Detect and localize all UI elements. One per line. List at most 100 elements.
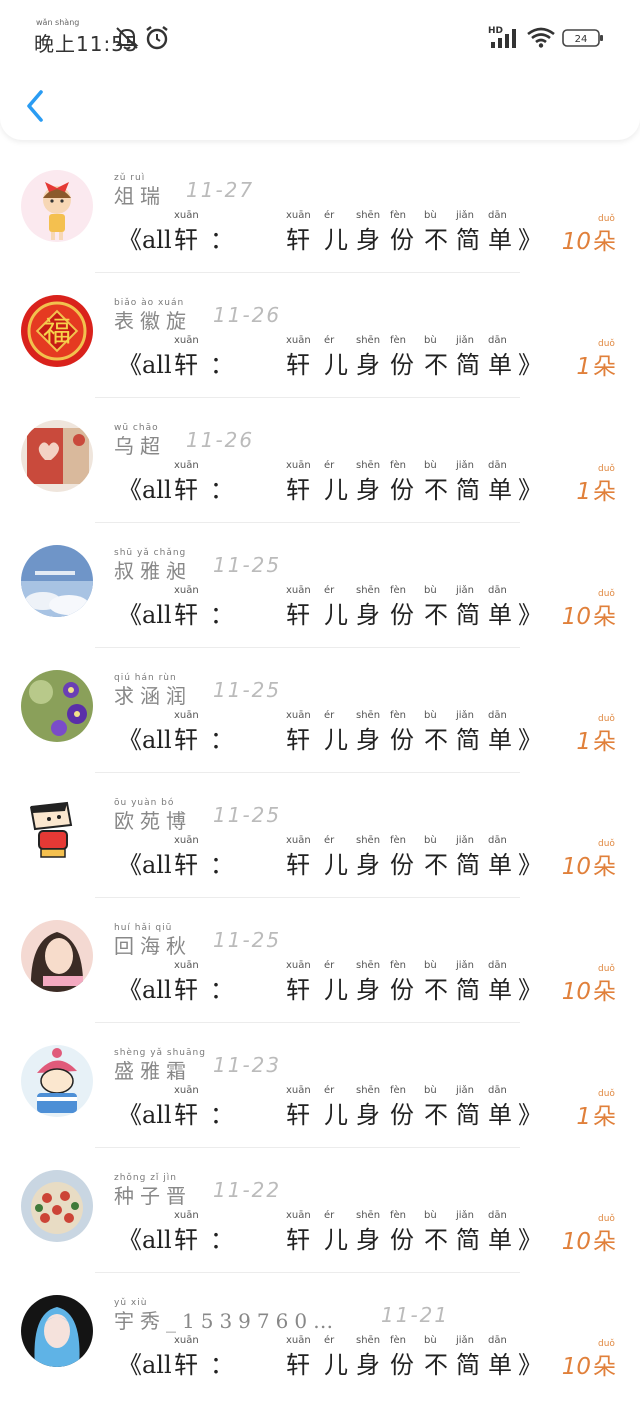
list-item[interactable]: yǔ xiù 宇秀_1539760… 11-21 xuān xuān ér shēn f… (0, 1273, 640, 1413)
gift-record-list: zǔ ruì 俎瑞 11-27 xuān xuān ér shēn fèn bù jiǎn d… (0, 148, 640, 1413)
message-char: 简 (456, 1351, 480, 1379)
message-prefix: 《all (118, 851, 172, 879)
message-char: 轩 (174, 226, 198, 254)
gift-date: 11-23 (213, 1053, 282, 1077)
sender-name-pinyin: qiú hán rùn (114, 673, 177, 683)
flower-unit: 朵 (593, 854, 616, 880)
list-item[interactable]: 福 biǎo ào xuán 表徽旋 11-26 xuān xuān ér shēn f… (0, 273, 640, 398)
message-char: 轩 (174, 351, 198, 379)
message-char: 单 (488, 351, 512, 379)
message-char: 儿 (324, 1226, 348, 1254)
message-char: 》 (518, 726, 542, 754)
message-char: 份 (390, 1226, 414, 1254)
sender-name: 宇秀_1539760… (114, 1309, 340, 1333)
message-char: 》 (518, 476, 542, 504)
sender-name: 叔雅昶 (114, 559, 192, 583)
top-header: wǎn shàng 晚上11:55 HD 24 (0, 0, 640, 140)
sender-name-block: wū chāo 乌超 (114, 422, 166, 458)
message-char: ： (210, 851, 234, 879)
list-item[interactable]: zǔ ruì 俎瑞 11-27 xuān xuān ér shēn fèn bù jiǎn d… (0, 148, 640, 273)
message-char: 份 (390, 726, 414, 754)
sender-name-block: shèng yǎ shuāng 盛雅霜 (114, 1047, 206, 1083)
flower-unit: 朵 (593, 729, 616, 755)
message-char: 份 (390, 976, 414, 1004)
gift-date: 11-25 (213, 803, 282, 827)
flower-unit: 朵 (593, 604, 616, 630)
list-item[interactable]: qiú hán rùn 求涵润 11-25 xuān xuān ér shēn fèn b… (0, 648, 640, 773)
message-char: 不 (424, 726, 448, 754)
flower-count: 1朵 (576, 722, 616, 756)
flower-count-number: 1 (576, 479, 591, 505)
battery-level-text: 24 (575, 34, 588, 45)
back-button[interactable] (20, 86, 60, 126)
cartoon-boy-avatar[interactable] (21, 795, 93, 867)
message-char: 身 (356, 1101, 380, 1129)
sky-clouds-avatar[interactable] (21, 545, 93, 617)
sender-name: 盛雅霜 (114, 1059, 192, 1083)
list-item[interactable]: ōu yuàn bó 欧苑博 11-25 xuān xuān ér shēn fèn bù… (0, 773, 640, 898)
message-char: 不 (424, 1101, 448, 1129)
cartoon-hat-avatar[interactable] (21, 1045, 93, 1117)
list-item[interactable]: zhǒng zǐ jìn 种子晋 11-22 xuān xuān ér shēn fèn… (0, 1148, 640, 1273)
girl-bow-avatar[interactable] (21, 170, 93, 242)
message-char: ： (210, 351, 234, 379)
message-char: 身 (356, 226, 380, 254)
sender-name-block: zhǒng zǐ jìn 种子晋 (114, 1172, 192, 1208)
message-char: 不 (424, 601, 448, 629)
message-char: 份 (390, 351, 414, 379)
message-char: 单 (488, 476, 512, 504)
flower-count-number: 10 (561, 229, 591, 255)
message-char: 单 (488, 601, 512, 629)
gift-date: 11-26 (213, 303, 282, 327)
message-char: 儿 (324, 851, 348, 879)
message-char: 单 (488, 1351, 512, 1379)
girl-selfie-avatar[interactable] (21, 920, 93, 992)
message-prefix: 《all (118, 601, 172, 629)
sender-name: 欧苑博 (114, 809, 192, 833)
sender-name-block: yǔ xiù 宇秀_1539760… (114, 1297, 339, 1333)
message-char: 份 (390, 1101, 414, 1129)
gift-date: 11-25 (213, 553, 282, 577)
message-prefix: 《all (118, 476, 172, 504)
gift-date: 11-26 (186, 428, 255, 452)
battery-icon: 24 (562, 28, 604, 52)
flower-unit: 朵 (593, 1104, 616, 1130)
gift-date: 11-25 (213, 928, 282, 952)
alarm-icon (144, 25, 170, 55)
fu-character-avatar[interactable]: 福 (21, 295, 93, 367)
mute-bell-icon (114, 26, 140, 54)
message-char: 单 (488, 851, 512, 879)
list-item[interactable]: wū chāo 乌超 11-26 xuān xuān ér shēn fèn bù jiǎn… (0, 398, 640, 523)
message-char: 儿 (324, 226, 348, 254)
gift-date: 11-25 (213, 678, 282, 702)
message-char: ： (210, 1351, 234, 1379)
signal-icon (490, 28, 520, 52)
list-item[interactable]: shū yǎ chǎng 叔雅昶 11-25 xuān xuān ér shēn fèn… (0, 523, 640, 648)
message-char: 轩 (174, 851, 198, 879)
flower-count-number: 10 (561, 1229, 591, 1255)
flower-unit: 朵 (593, 479, 616, 505)
list-item[interactable]: shèng yǎ shuāng 盛雅霜 11-23 xuān xuān ér shēn… (0, 1023, 640, 1148)
message-char: 份 (390, 476, 414, 504)
list-item[interactable]: huí hǎi qiū 回海秋 11-25 xuān xuān ér shēn fèn b… (0, 898, 640, 1023)
flower-unit: 朵 (593, 229, 616, 255)
purple-flowers-avatar[interactable] (21, 670, 93, 742)
message-char: 单 (488, 976, 512, 1004)
sender-name-pinyin: shū yǎ chǎng (114, 548, 187, 558)
message-char: ： (210, 226, 234, 254)
flower-unit: 朵 (593, 354, 616, 380)
blue-hair-girl-avatar[interactable] (21, 1295, 93, 1367)
message-char: 简 (456, 976, 480, 1004)
heart-box-avatar[interactable] (21, 420, 93, 492)
message-char: 身 (356, 601, 380, 629)
message-char: 简 (456, 476, 480, 504)
message-char: ： (210, 976, 234, 1004)
flower-count: 1朵 (576, 1097, 616, 1131)
flower-count: 10朵 (562, 222, 616, 256)
flower-count: 10朵 (562, 972, 616, 1006)
flower-ball-avatar[interactable] (21, 1170, 93, 1242)
sender-name: 回海秋 (114, 934, 192, 958)
message-char: 身 (356, 851, 380, 879)
sender-name-block: shū yǎ chǎng 叔雅昶 (114, 547, 192, 583)
flower-unit: 朵 (593, 1354, 616, 1380)
